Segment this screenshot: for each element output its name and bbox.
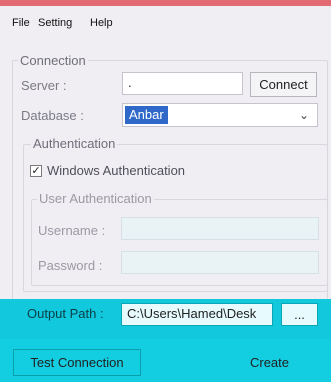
database-select[interactable]: Anbar ⌄ bbox=[122, 103, 318, 127]
server-input[interactable]: . bbox=[122, 72, 243, 95]
connection-group-title: Connection bbox=[18, 53, 88, 68]
menu-file[interactable]: File bbox=[12, 17, 30, 29]
chevron-down-icon: ⌄ bbox=[298, 108, 309, 122]
connect-button[interactable]: Connect bbox=[250, 72, 317, 97]
windows-auth-checkbox[interactable]: ✓ bbox=[30, 165, 42, 177]
user-auth-group-title: User Authentication bbox=[37, 191, 154, 206]
username-label: Username : bbox=[38, 223, 106, 238]
create-button[interactable]: Create bbox=[211, 349, 328, 376]
menu-bar: File Setting Help bbox=[0, 6, 331, 29]
test-connection-button[interactable]: Test Connection bbox=[13, 349, 141, 376]
menu-help[interactable]: Help bbox=[90, 17, 113, 29]
browse-button[interactable]: ... bbox=[281, 303, 318, 326]
username-input[interactable] bbox=[121, 217, 319, 240]
server-label: Server : bbox=[21, 78, 67, 93]
menu-setting[interactable]: Setting bbox=[38, 17, 72, 29]
authentication-group-title: Authentication bbox=[31, 136, 118, 151]
database-label: Database : bbox=[21, 108, 84, 123]
password-input[interactable] bbox=[121, 251, 319, 274]
output-path-input[interactable]: C:\Users\Hamed\Desk bbox=[121, 303, 273, 326]
password-label: Password : bbox=[38, 258, 103, 273]
output-path-label: Output Path : bbox=[27, 306, 104, 321]
windows-auth-label[interactable]: Windows Authentication bbox=[47, 163, 185, 178]
database-selected-value: Anbar bbox=[125, 106, 168, 124]
